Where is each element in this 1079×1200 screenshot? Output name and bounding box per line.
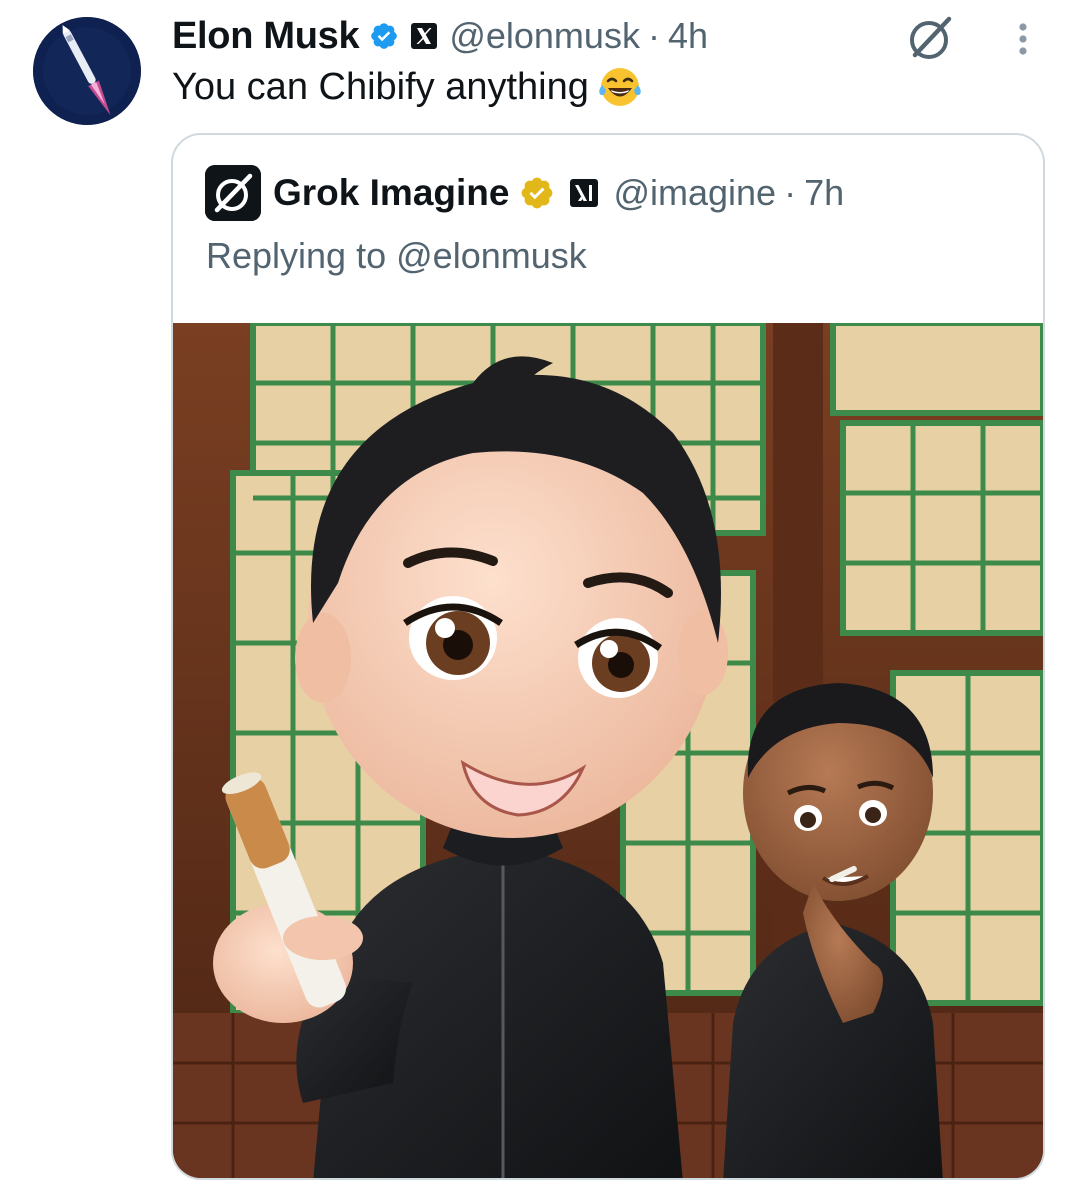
separator-dot: · (647, 15, 660, 56)
xai-logo-icon[interactable] (569, 178, 599, 208)
author-avatar[interactable] (33, 17, 141, 125)
quoted-timestamp[interactable]: 7h (804, 172, 844, 214)
tweet-text-content: You can Chibify anything (172, 65, 589, 108)
tweet-header: Elon Musk @elonmusk · 4h (172, 12, 708, 60)
post-timestamp[interactable]: 4h (668, 15, 708, 57)
quoted-tweet-header: Grok Imagine @imagine · 7h (205, 165, 844, 221)
author-handle[interactable]: @elonmusk (449, 15, 640, 57)
quoted-author-avatar[interactable] (205, 165, 261, 221)
tweet: Elon Musk @elonmusk · 4h You can Chibify… (0, 0, 1079, 1200)
quoted-tweet-card[interactable]: Grok Imagine @imagine · 7h Replying to @… (171, 133, 1045, 1180)
replying-to-context: Replying to @elonmusk (206, 235, 587, 277)
grok-imagine-logo-icon (205, 165, 261, 221)
more-vertical-icon (1019, 23, 1027, 55)
chibi-figures-image (173, 323, 1043, 1178)
more-options-button[interactable] (1006, 18, 1040, 60)
blue-verified-badge-icon[interactable] (369, 21, 399, 51)
quoted-media-image[interactable] (173, 323, 1043, 1178)
grok-icon (910, 16, 952, 59)
gold-verified-badge-icon[interactable] (519, 175, 555, 211)
replying-to-mention[interactable]: @elonmusk (396, 235, 587, 276)
avatar-rocket-image (33, 17, 141, 125)
x-logo-icon[interactable] (411, 23, 438, 49)
tweet-text: You can Chibify anything (172, 64, 643, 110)
quoted-separator-dot: · (784, 172, 797, 213)
grok-button[interactable] (905, 12, 957, 64)
quoted-author-handle[interactable]: @imagine (613, 172, 776, 214)
laughing-tears-emoji-icon (597, 64, 643, 110)
replying-to-label: Replying to (206, 235, 387, 276)
author-name[interactable]: Elon Musk (172, 15, 360, 58)
quoted-author-name[interactable]: Grok Imagine (273, 172, 509, 214)
